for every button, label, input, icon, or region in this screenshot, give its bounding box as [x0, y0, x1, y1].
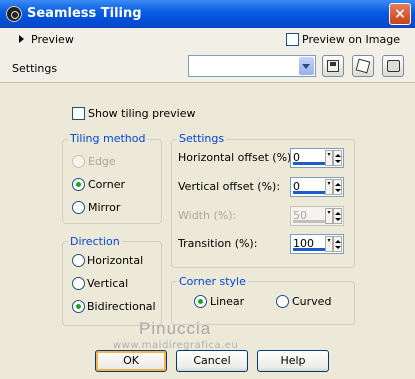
radio-vertical-label: Vertical — [87, 277, 129, 290]
close-button[interactable]: × — [389, 3, 411, 25]
preview-on-image-checkbox[interactable] — [286, 33, 299, 46]
horizontal-offset-spinner[interactable]: 0 ▾ — [290, 148, 344, 168]
radio-edge — [72, 155, 85, 168]
floppy-icon — [327, 60, 339, 72]
title-bar: Seamless Tiling × — [0, 0, 415, 28]
help-button[interactable]: Help — [257, 350, 329, 372]
horizontal-offset-slider-button[interactable]: ▾ — [325, 150, 333, 166]
chevron-down-icon[interactable] — [299, 57, 314, 75]
watermark-name: Pinuccia — [139, 319, 212, 338]
corner-style-title: Corner style — [177, 275, 248, 288]
save-preset-button[interactable] — [322, 55, 344, 77]
radio-mirror-label: Mirror — [88, 201, 121, 214]
width-slider-button: ▾ — [325, 208, 333, 224]
app-icon — [6, 6, 22, 22]
settings-group-title: Settings — [177, 132, 227, 145]
vertical-offset-slider[interactable] — [293, 191, 325, 194]
transition-stepper[interactable] — [333, 236, 342, 252]
width-slider — [293, 220, 325, 223]
vertical-offset-label: Vertical offset (%): — [178, 180, 281, 193]
random-button[interactable] — [352, 55, 374, 77]
preview-toggle-label[interactable]: Preview — [31, 33, 74, 46]
reset-icon — [387, 60, 400, 72]
radio-horizontal-label: Horizontal — [87, 254, 144, 267]
expand-triangle-icon[interactable] — [19, 35, 24, 43]
radio-curved[interactable] — [276, 295, 289, 308]
radio-linear-label: Linear — [210, 295, 245, 308]
vertical-offset-slider-button[interactable]: ▾ — [325, 179, 333, 195]
window-title: Seamless Tiling — [27, 6, 142, 21]
radio-edge-label: Edge — [88, 155, 116, 168]
preview-on-image-label: Preview on Image — [302, 33, 400, 46]
horizontal-offset-label: Horizontal offset (%): — [178, 151, 296, 164]
settings-label: Settings — [12, 62, 58, 75]
vertical-offset-spinner[interactable]: 0 ▾ — [290, 177, 344, 197]
show-tiling-preview-label: Show tiling preview — [88, 107, 196, 120]
width-label: Width (%): — [178, 209, 237, 222]
radio-linear[interactable] — [194, 295, 207, 308]
radio-bidirectional-label: Bidirectional — [87, 300, 156, 313]
radio-bidirectional[interactable] — [72, 300, 85, 313]
radio-mirror[interactable] — [72, 201, 85, 214]
horizontal-offset-slider[interactable] — [293, 162, 325, 165]
radio-vertical[interactable] — [72, 277, 85, 290]
radio-curved-label: Curved — [292, 295, 332, 308]
cancel-button[interactable]: Cancel — [176, 350, 248, 372]
dice-icon — [355, 58, 371, 74]
radio-corner[interactable] — [72, 178, 85, 191]
preview-settings-panel: Preview Preview on Image Settings — [0, 28, 415, 83]
width-spinner: 50 ▾ — [290, 206, 344, 226]
show-tiling-preview-checkbox[interactable] — [72, 107, 85, 120]
width-stepper — [333, 208, 342, 224]
transition-slider-button[interactable]: ▾ — [325, 236, 333, 252]
ok-button[interactable]: OK — [95, 350, 167, 372]
direction-title: Direction — [68, 235, 122, 248]
transition-label: Transition (%): — [178, 237, 258, 250]
horizontal-offset-stepper[interactable] — [333, 150, 342, 166]
radio-horizontal[interactable] — [72, 254, 85, 267]
vertical-offset-stepper[interactable] — [333, 179, 342, 195]
transition-slider[interactable] — [293, 248, 325, 251]
transition-spinner[interactable]: 100 ▾ — [290, 234, 344, 254]
reset-button[interactable] — [382, 55, 404, 77]
settings-preset-select[interactable] — [188, 55, 316, 77]
radio-corner-label: Corner — [88, 178, 126, 191]
tiling-method-title: Tiling method — [68, 132, 148, 145]
